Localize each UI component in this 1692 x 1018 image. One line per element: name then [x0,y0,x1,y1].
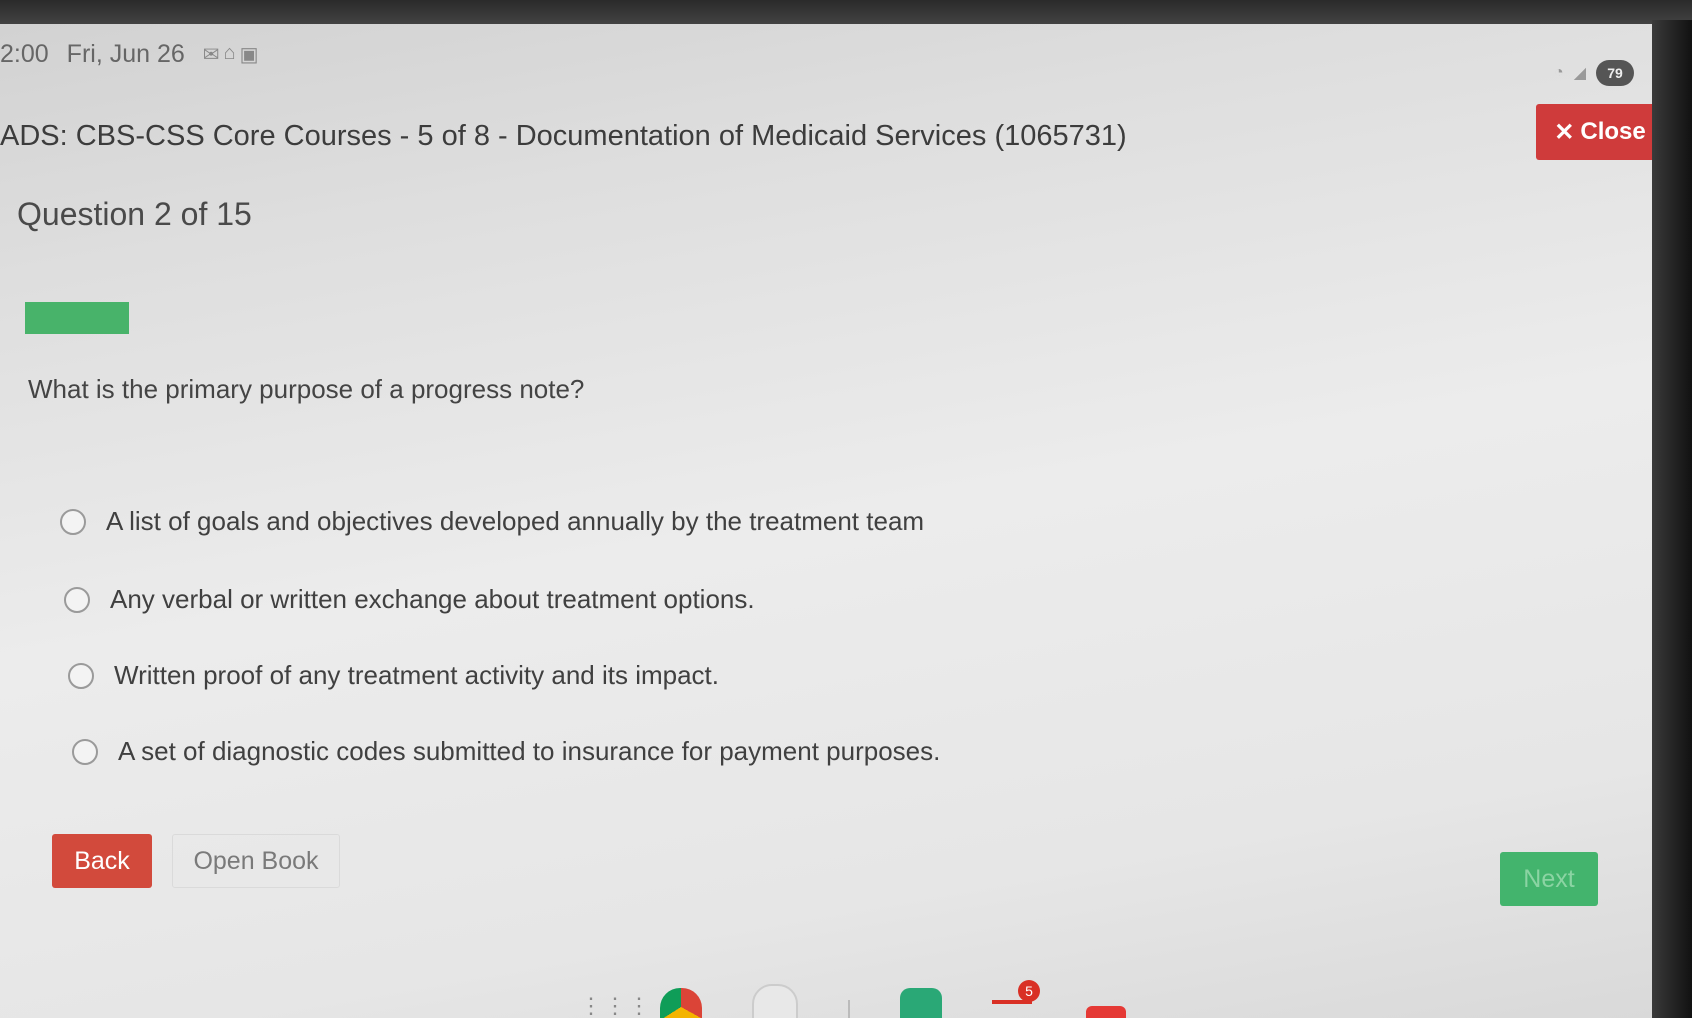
next-button[interactable]: Next [1500,852,1598,906]
taskbar: ⋮⋮⋮ 5 [580,980,1126,1018]
mail-icon: ✉ [202,43,220,66]
radio-button[interactable] [64,586,90,613]
answer-option-1[interactable]: A list of goals and objectives developed… [60,506,924,537]
question-number: Question 2 of 15 [17,196,252,232]
chrome-icon[interactable] [660,988,702,1018]
signal-icon: ◢ [1573,65,1586,82]
progress-fill [25,302,130,334]
close-button-label: Close [1580,118,1646,145]
screen-bezel-top [0,0,1692,26]
answer-option-label: A set of diagnostic codes submitted to i… [118,736,941,766]
course-title: ADS: CBS-CSS Core Courses - 5 of 8 - Doc… [0,120,1127,152]
screen-bezel-right [1652,20,1692,1018]
radio-button[interactable] [60,508,86,535]
system-tray: ◔ ◢ 79 [1554,60,1634,86]
back-button[interactable]: Back [52,834,152,888]
gmail-icon[interactable]: 5 [992,980,1040,1018]
screen: 2:00 Fri, Jun 26 ✉ ⌂ ▣ ◔ ◢ 79 ADS: CBS-C… [0,24,1652,1018]
answer-option-2[interactable]: Any verbal or written exchange about tre… [64,584,755,615]
camera-icon[interactable] [752,984,798,1018]
app-header: ADS: CBS-CSS Core Courses - 5 of 8 - Doc… [0,100,1652,188]
progress-bar [25,302,1605,334]
notification-icons: ✉ ⌂ ▣ [203,42,259,67]
battery-icon: 79 [1596,60,1634,86]
launcher-icon[interactable]: ⋮⋮⋮ [580,995,650,1018]
youtube-icon[interactable] [1086,1006,1126,1018]
status-bar: 2:00 Fri, Jun 26 ✉ ⌂ ▣ [0,36,259,72]
status-date: Fri, Jun 26 [66,39,185,68]
wifi-icon: ◔ [1554,64,1564,81]
radio-button[interactable] [68,662,94,689]
answer-option-label: Written proof of any treatment activity … [114,660,719,690]
taskbar-divider [848,1000,850,1018]
close-icon: ✕ [1554,118,1575,146]
close-button[interactable]: ✕ Close [1536,104,1652,160]
answer-option-3[interactable]: Written proof of any treatment activity … [68,660,719,691]
open-book-button[interactable]: Open Book [172,834,340,888]
radio-button[interactable] [72,738,98,765]
question-text: What is the primary purpose of a progres… [28,374,585,404]
status-time: 2:00 [0,39,49,68]
answer-option-4[interactable]: A set of diagnostic codes submitted to i… [72,736,940,767]
gmail-badge: 5 [1018,980,1040,1002]
answer-option-label: A list of goals and objectives developed… [106,506,925,536]
classroom-icon: ⌂ [223,41,236,64]
classroom-icon[interactable] [900,988,942,1018]
screenshot-icon: ▣ [239,43,259,66]
answer-option-label: Any verbal or written exchange about tre… [110,584,755,614]
